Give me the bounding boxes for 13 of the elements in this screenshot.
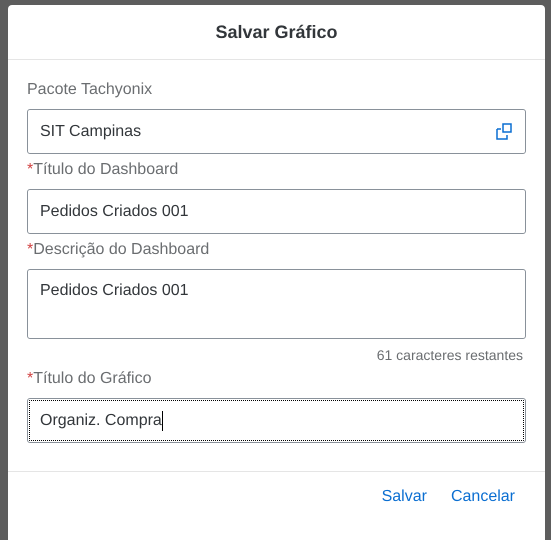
input-field[interactable]: SIT Campinas [27,109,526,154]
input-field[interactable]: Organiz. Compra [27,398,526,443]
cancel-button[interactable]: Cancelar [442,482,523,512]
field-label: *Descrição do Dashboard [27,240,210,260]
field-label: Pacote Tachyonix [27,80,154,100]
field-label: *Título do Dashboard [27,160,180,180]
field-label: *Título do Gráfico [27,369,153,389]
character-counter: 61 caracteres restantes [376,346,524,363]
dialog-title: Salvar Gráfico [215,22,338,42]
value-help-icon[interactable] [496,123,513,140]
save-button[interactable]: Salvar [374,482,435,512]
input-field[interactable]: Pedidos Criados 001 [27,189,526,234]
text-area[interactable]: Pedidos Criados 001 [27,269,526,339]
